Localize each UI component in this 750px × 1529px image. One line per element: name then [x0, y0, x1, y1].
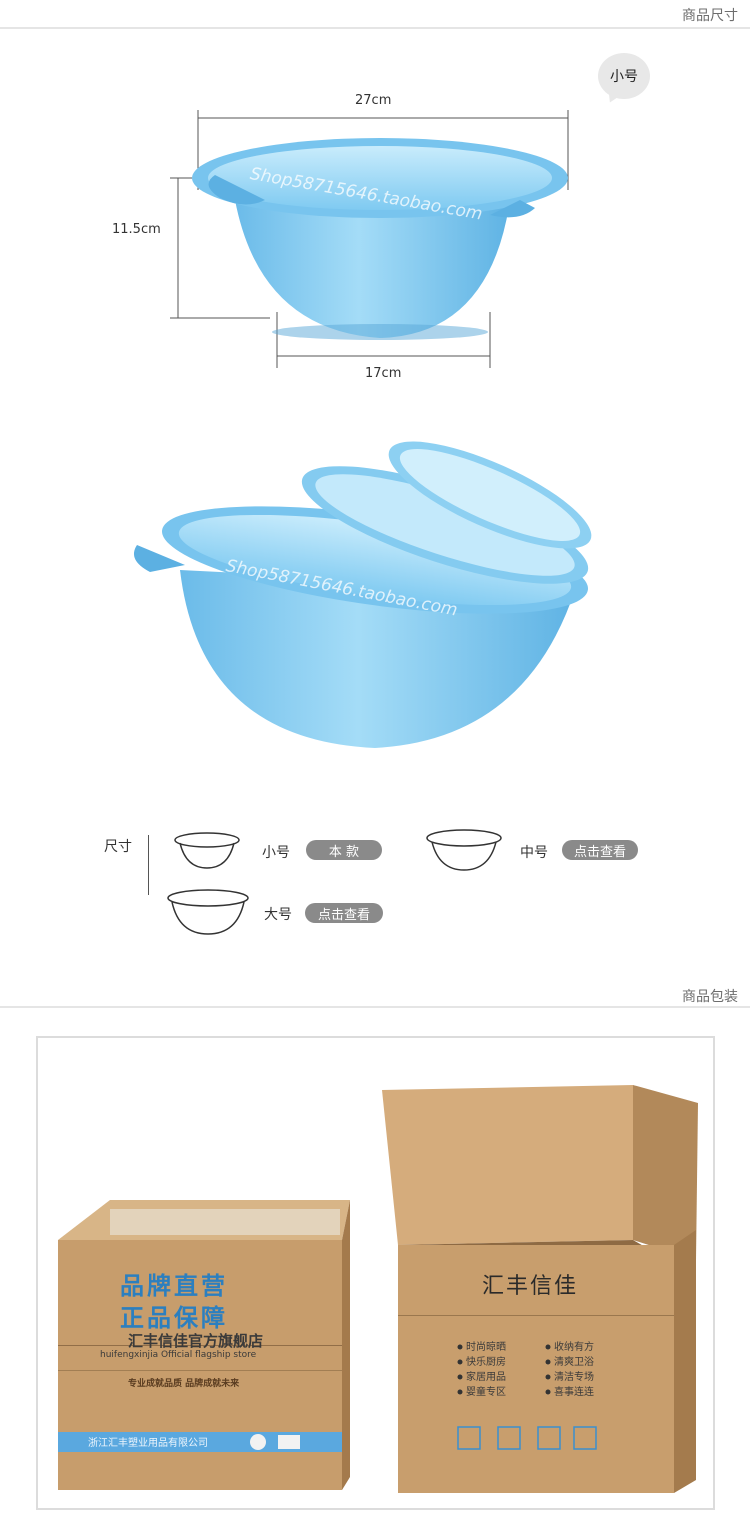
selector-divider: [148, 835, 149, 895]
view-large-button[interactable]: 点击查看: [305, 903, 383, 923]
current-size-tag: 本 款: [306, 840, 382, 860]
feature-right-2: 清爽卫浴: [554, 1357, 594, 1368]
view-medium-button[interactable]: 点击查看: [562, 840, 638, 860]
feature-left-1: 时尚晾晒: [466, 1342, 506, 1353]
closed-box-headline-2: 正品保障: [120, 1304, 228, 1332]
feature-right-3: 清洁专场: [554, 1372, 594, 1383]
size-option-small[interactable]: 小号: [262, 842, 290, 862]
open-box-features-left: 时尚晾晒 快乐厨房 家居用品 婴童专区: [466, 1340, 506, 1400]
open-box-brand: 汇丰信佳: [482, 1274, 579, 1299]
bottom-width-label: 17cm: [365, 366, 402, 381]
top-width-label: 27cm: [355, 93, 392, 108]
feature-right-1: 收纳有方: [554, 1342, 594, 1353]
closed-box-store-en: huifengxinjia Official flagship store: [100, 1350, 257, 1360]
size-option-large[interactable]: 大号: [264, 904, 292, 924]
feature-left-3: 家居用品: [466, 1372, 506, 1383]
basin-outline-medium-icon[interactable]: [424, 828, 504, 874]
size-option-medium[interactable]: 中号: [520, 842, 548, 862]
open-box-features-right: 收纳有方 清爽卫浴 清洁专场 喜事连连: [554, 1340, 594, 1400]
feature-right-4: 喜事连连: [554, 1387, 594, 1398]
basin-image-small: [192, 138, 568, 340]
closed-box-store-name: 汇丰信佳官方旗舰店: [128, 1332, 264, 1350]
basin-outline-large-icon[interactable]: [165, 888, 251, 938]
height-label: 11.5cm: [112, 222, 161, 237]
basin-outline-small-icon[interactable]: [172, 830, 242, 872]
closed-box-slogan: 专业成就品质 品牌成就未来: [128, 1379, 240, 1389]
section-divider: [0, 1006, 750, 1008]
packaging-section-title: 商品包装: [682, 989, 738, 1005]
feature-left-4: 婴童专区: [466, 1387, 506, 1398]
closed-box-headline-1: 品牌直营: [120, 1272, 228, 1300]
size-selector-label: 尺寸: [104, 839, 132, 855]
closed-box-company: 浙江汇丰塑业用品有限公司: [88, 1438, 208, 1449]
feature-left-2: 快乐厨房: [466, 1357, 506, 1368]
